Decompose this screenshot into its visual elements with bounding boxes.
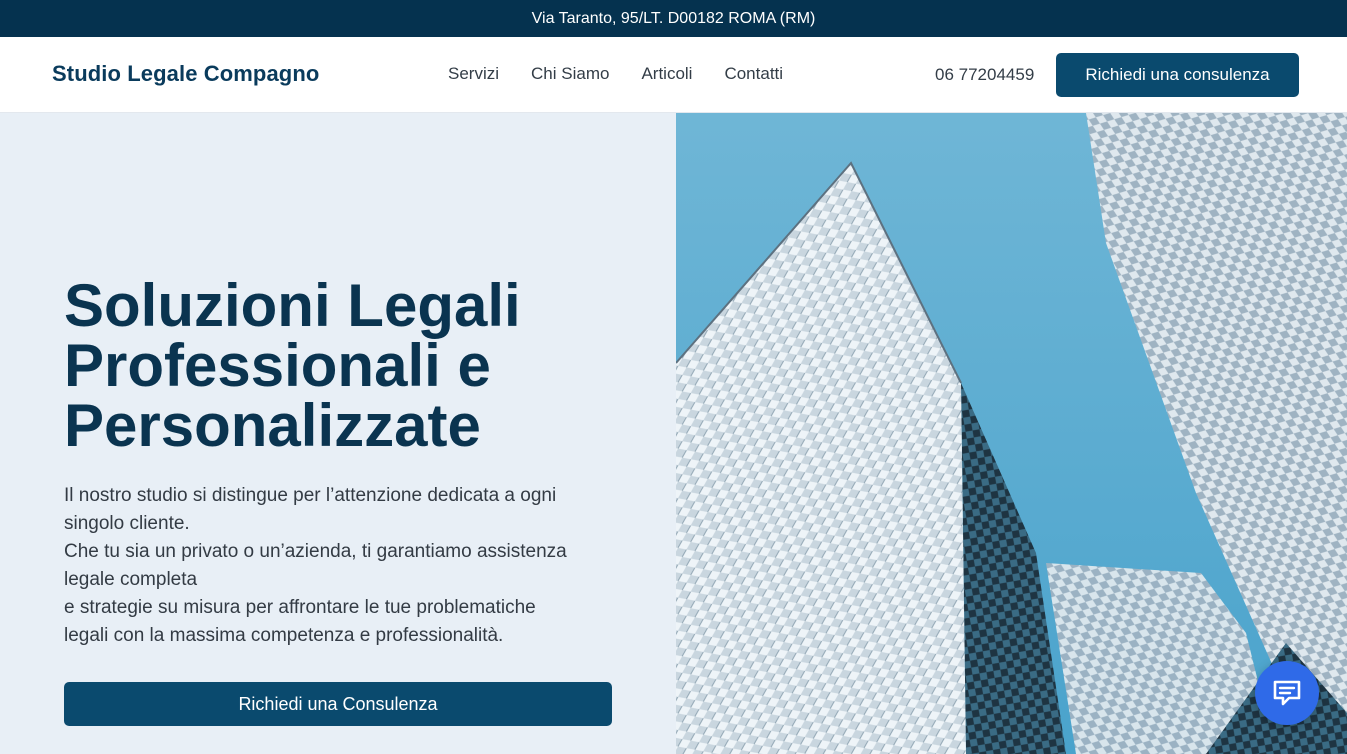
top-address-bar: Via Taranto, 95/LT. D00182 ROMA (RM) [0,0,1347,37]
request-consultation-button[interactable]: Richiedi una consulenza [1056,53,1299,97]
hero-description-line: Il nostro studio si distingue per l’atte… [64,485,557,506]
nav-link-articoli[interactable]: Articoli [641,64,692,84]
nav-links: Servizi Chi Siamo Articoli Contatti [448,64,815,84]
hero-title: Soluzioni Legali Professionali e Persona… [64,276,644,456]
hero-consultation-button[interactable]: Richiedi una Consulenza [64,682,612,726]
main-navbar: Studio Legale Compagno Servizi Chi Siamo… [0,37,1347,113]
chat-button[interactable] [1255,661,1319,725]
hero-title-line: Soluzioni Legali [64,272,521,339]
hero-building-image [676,113,1347,754]
address-text: Via Taranto, 95/LT. D00182 ROMA (RM) [531,9,816,27]
nav-link-contatti[interactable]: Contatti [724,64,783,84]
hero-description-line: singolo cliente. [64,513,190,534]
hero-description-line: legale completa [64,569,198,590]
hero-description-line: legali con la massima competenza e profe… [64,625,504,646]
hero-title-line: Personalizzate [64,392,481,459]
brand-logo[interactable]: Studio Legale Compagno [52,61,319,87]
building-illustration [676,113,1347,754]
nav-link-chi-siamo[interactable]: Chi Siamo [531,64,609,84]
phone-number[interactable]: 06 77204459 [935,65,1034,85]
nav-link-servizi[interactable]: Servizi [448,64,499,84]
hero-description-line: Che tu sia un privato o un’azienda, ti g… [64,541,567,562]
chat-bubble-icon [1273,680,1301,706]
hero-description-line: e strategie su misura per affrontare le … [64,597,536,618]
hero-section: Soluzioni Legali Professionali e Persona… [0,113,676,754]
hero-description: Il nostro studio si distingue per l’atte… [64,482,624,650]
hero-title-line: Professionali e [64,332,491,399]
